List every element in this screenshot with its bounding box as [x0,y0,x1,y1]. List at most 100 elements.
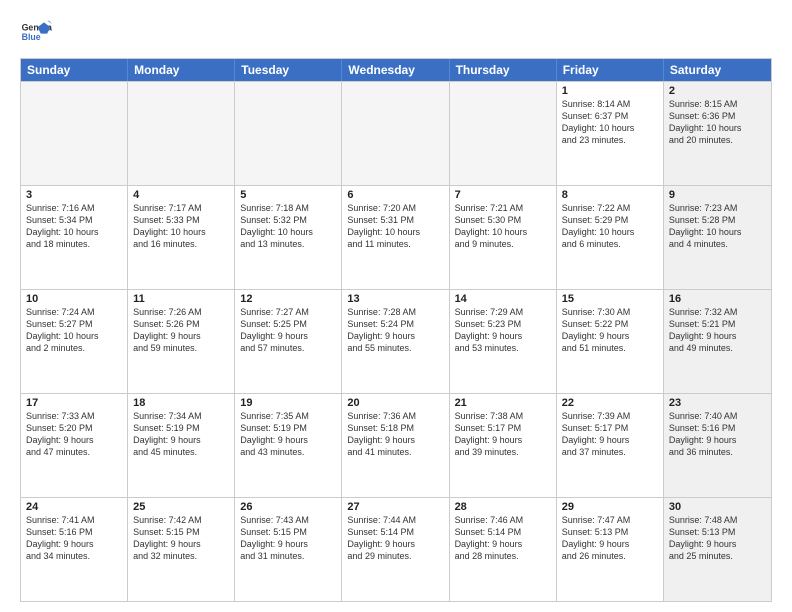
day-number: 1 [562,85,658,97]
cal-row: 3Sunrise: 7:16 AM Sunset: 5:34 PM Daylig… [21,185,771,289]
day-number: 2 [669,85,766,97]
cal-cell: 17Sunrise: 7:33 AM Sunset: 5:20 PM Dayli… [21,394,128,497]
cal-cell: 23Sunrise: 7:40 AM Sunset: 5:16 PM Dayli… [664,394,771,497]
day-number: 28 [455,501,551,513]
cell-info: Sunrise: 7:39 AM Sunset: 5:17 PM Dayligh… [562,410,658,459]
cal-cell: 29Sunrise: 7:47 AM Sunset: 5:13 PM Dayli… [557,498,664,601]
cal-header-day: Monday [128,59,235,81]
cal-header-day: Thursday [450,59,557,81]
cal-cell: 24Sunrise: 7:41 AM Sunset: 5:16 PM Dayli… [21,498,128,601]
cal-cell: 28Sunrise: 7:46 AM Sunset: 5:14 PM Dayli… [450,498,557,601]
cell-info: Sunrise: 7:47 AM Sunset: 5:13 PM Dayligh… [562,514,658,563]
day-number: 11 [133,293,229,305]
cal-cell: 7Sunrise: 7:21 AM Sunset: 5:30 PM Daylig… [450,186,557,289]
cell-info: Sunrise: 7:23 AM Sunset: 5:28 PM Dayligh… [669,202,766,251]
cell-info: Sunrise: 7:42 AM Sunset: 5:15 PM Dayligh… [133,514,229,563]
day-number: 12 [240,293,336,305]
cal-cell [450,82,557,185]
cal-cell: 15Sunrise: 7:30 AM Sunset: 5:22 PM Dayli… [557,290,664,393]
calendar-body: 1Sunrise: 8:14 AM Sunset: 6:37 PM Daylig… [21,81,771,601]
cal-cell: 13Sunrise: 7:28 AM Sunset: 5:24 PM Dayli… [342,290,449,393]
cell-info: Sunrise: 7:36 AM Sunset: 5:18 PM Dayligh… [347,410,443,459]
cell-info: Sunrise: 7:48 AM Sunset: 5:13 PM Dayligh… [669,514,766,563]
cell-info: Sunrise: 8:14 AM Sunset: 6:37 PM Dayligh… [562,98,658,147]
day-number: 10 [26,293,122,305]
cal-cell: 2Sunrise: 8:15 AM Sunset: 6:36 PM Daylig… [664,82,771,185]
cal-cell: 5Sunrise: 7:18 AM Sunset: 5:32 PM Daylig… [235,186,342,289]
cal-cell: 26Sunrise: 7:43 AM Sunset: 5:15 PM Dayli… [235,498,342,601]
cal-cell: 10Sunrise: 7:24 AM Sunset: 5:27 PM Dayli… [21,290,128,393]
day-number: 6 [347,189,443,201]
day-number: 8 [562,189,658,201]
cal-cell: 14Sunrise: 7:29 AM Sunset: 5:23 PM Dayli… [450,290,557,393]
svg-text:Blue: Blue [22,32,41,42]
day-number: 15 [562,293,658,305]
cal-cell: 11Sunrise: 7:26 AM Sunset: 5:26 PM Dayli… [128,290,235,393]
logo-icon: General Blue [20,16,52,48]
cell-info: Sunrise: 7:34 AM Sunset: 5:19 PM Dayligh… [133,410,229,459]
cal-cell: 1Sunrise: 8:14 AM Sunset: 6:37 PM Daylig… [557,82,664,185]
cal-header-day: Saturday [664,59,771,81]
cal-header-day: Friday [557,59,664,81]
cell-info: Sunrise: 7:32 AM Sunset: 5:21 PM Dayligh… [669,306,766,355]
calendar-header: SundayMondayTuesdayWednesdayThursdayFrid… [21,59,771,81]
cal-row: 1Sunrise: 8:14 AM Sunset: 6:37 PM Daylig… [21,81,771,185]
cell-info: Sunrise: 7:18 AM Sunset: 5:32 PM Dayligh… [240,202,336,251]
cell-info: Sunrise: 7:35 AM Sunset: 5:19 PM Dayligh… [240,410,336,459]
day-number: 25 [133,501,229,513]
cell-info: Sunrise: 7:26 AM Sunset: 5:26 PM Dayligh… [133,306,229,355]
logo: General Blue [20,16,56,48]
day-number: 29 [562,501,658,513]
cal-cell: 21Sunrise: 7:38 AM Sunset: 5:17 PM Dayli… [450,394,557,497]
day-number: 3 [26,189,122,201]
cal-cell [235,82,342,185]
day-number: 17 [26,397,122,409]
day-number: 5 [240,189,336,201]
day-number: 22 [562,397,658,409]
cell-info: Sunrise: 7:28 AM Sunset: 5:24 PM Dayligh… [347,306,443,355]
day-number: 24 [26,501,122,513]
cal-cell: 18Sunrise: 7:34 AM Sunset: 5:19 PM Dayli… [128,394,235,497]
cell-info: Sunrise: 7:46 AM Sunset: 5:14 PM Dayligh… [455,514,551,563]
day-number: 4 [133,189,229,201]
day-number: 14 [455,293,551,305]
day-number: 26 [240,501,336,513]
cal-cell: 8Sunrise: 7:22 AM Sunset: 5:29 PM Daylig… [557,186,664,289]
cal-row: 24Sunrise: 7:41 AM Sunset: 5:16 PM Dayli… [21,497,771,601]
cal-header-day: Wednesday [342,59,449,81]
cal-cell: 20Sunrise: 7:36 AM Sunset: 5:18 PM Dayli… [342,394,449,497]
cell-info: Sunrise: 8:15 AM Sunset: 6:36 PM Dayligh… [669,98,766,147]
cell-info: Sunrise: 7:21 AM Sunset: 5:30 PM Dayligh… [455,202,551,251]
cal-row: 17Sunrise: 7:33 AM Sunset: 5:20 PM Dayli… [21,393,771,497]
day-number: 7 [455,189,551,201]
cal-cell: 30Sunrise: 7:48 AM Sunset: 5:13 PM Dayli… [664,498,771,601]
day-number: 18 [133,397,229,409]
day-number: 20 [347,397,443,409]
cell-info: Sunrise: 7:24 AM Sunset: 5:27 PM Dayligh… [26,306,122,355]
day-number: 9 [669,189,766,201]
cell-info: Sunrise: 7:33 AM Sunset: 5:20 PM Dayligh… [26,410,122,459]
day-number: 19 [240,397,336,409]
cell-info: Sunrise: 7:41 AM Sunset: 5:16 PM Dayligh… [26,514,122,563]
cell-info: Sunrise: 7:27 AM Sunset: 5:25 PM Dayligh… [240,306,336,355]
cell-info: Sunrise: 7:29 AM Sunset: 5:23 PM Dayligh… [455,306,551,355]
cell-info: Sunrise: 7:44 AM Sunset: 5:14 PM Dayligh… [347,514,443,563]
cell-info: Sunrise: 7:22 AM Sunset: 5:29 PM Dayligh… [562,202,658,251]
page: General Blue SundayMondayTuesdayWednesda… [0,0,792,612]
cell-info: Sunrise: 7:17 AM Sunset: 5:33 PM Dayligh… [133,202,229,251]
cell-info: Sunrise: 7:30 AM Sunset: 5:22 PM Dayligh… [562,306,658,355]
cell-info: Sunrise: 7:40 AM Sunset: 5:16 PM Dayligh… [669,410,766,459]
day-number: 27 [347,501,443,513]
cal-cell: 4Sunrise: 7:17 AM Sunset: 5:33 PM Daylig… [128,186,235,289]
cal-cell: 9Sunrise: 7:23 AM Sunset: 5:28 PM Daylig… [664,186,771,289]
cal-cell [21,82,128,185]
day-number: 30 [669,501,766,513]
cal-cell: 22Sunrise: 7:39 AM Sunset: 5:17 PM Dayli… [557,394,664,497]
day-number: 23 [669,397,766,409]
day-number: 21 [455,397,551,409]
cal-cell [342,82,449,185]
cal-cell: 12Sunrise: 7:27 AM Sunset: 5:25 PM Dayli… [235,290,342,393]
cal-cell: 6Sunrise: 7:20 AM Sunset: 5:31 PM Daylig… [342,186,449,289]
cal-cell: 16Sunrise: 7:32 AM Sunset: 5:21 PM Dayli… [664,290,771,393]
day-number: 16 [669,293,766,305]
